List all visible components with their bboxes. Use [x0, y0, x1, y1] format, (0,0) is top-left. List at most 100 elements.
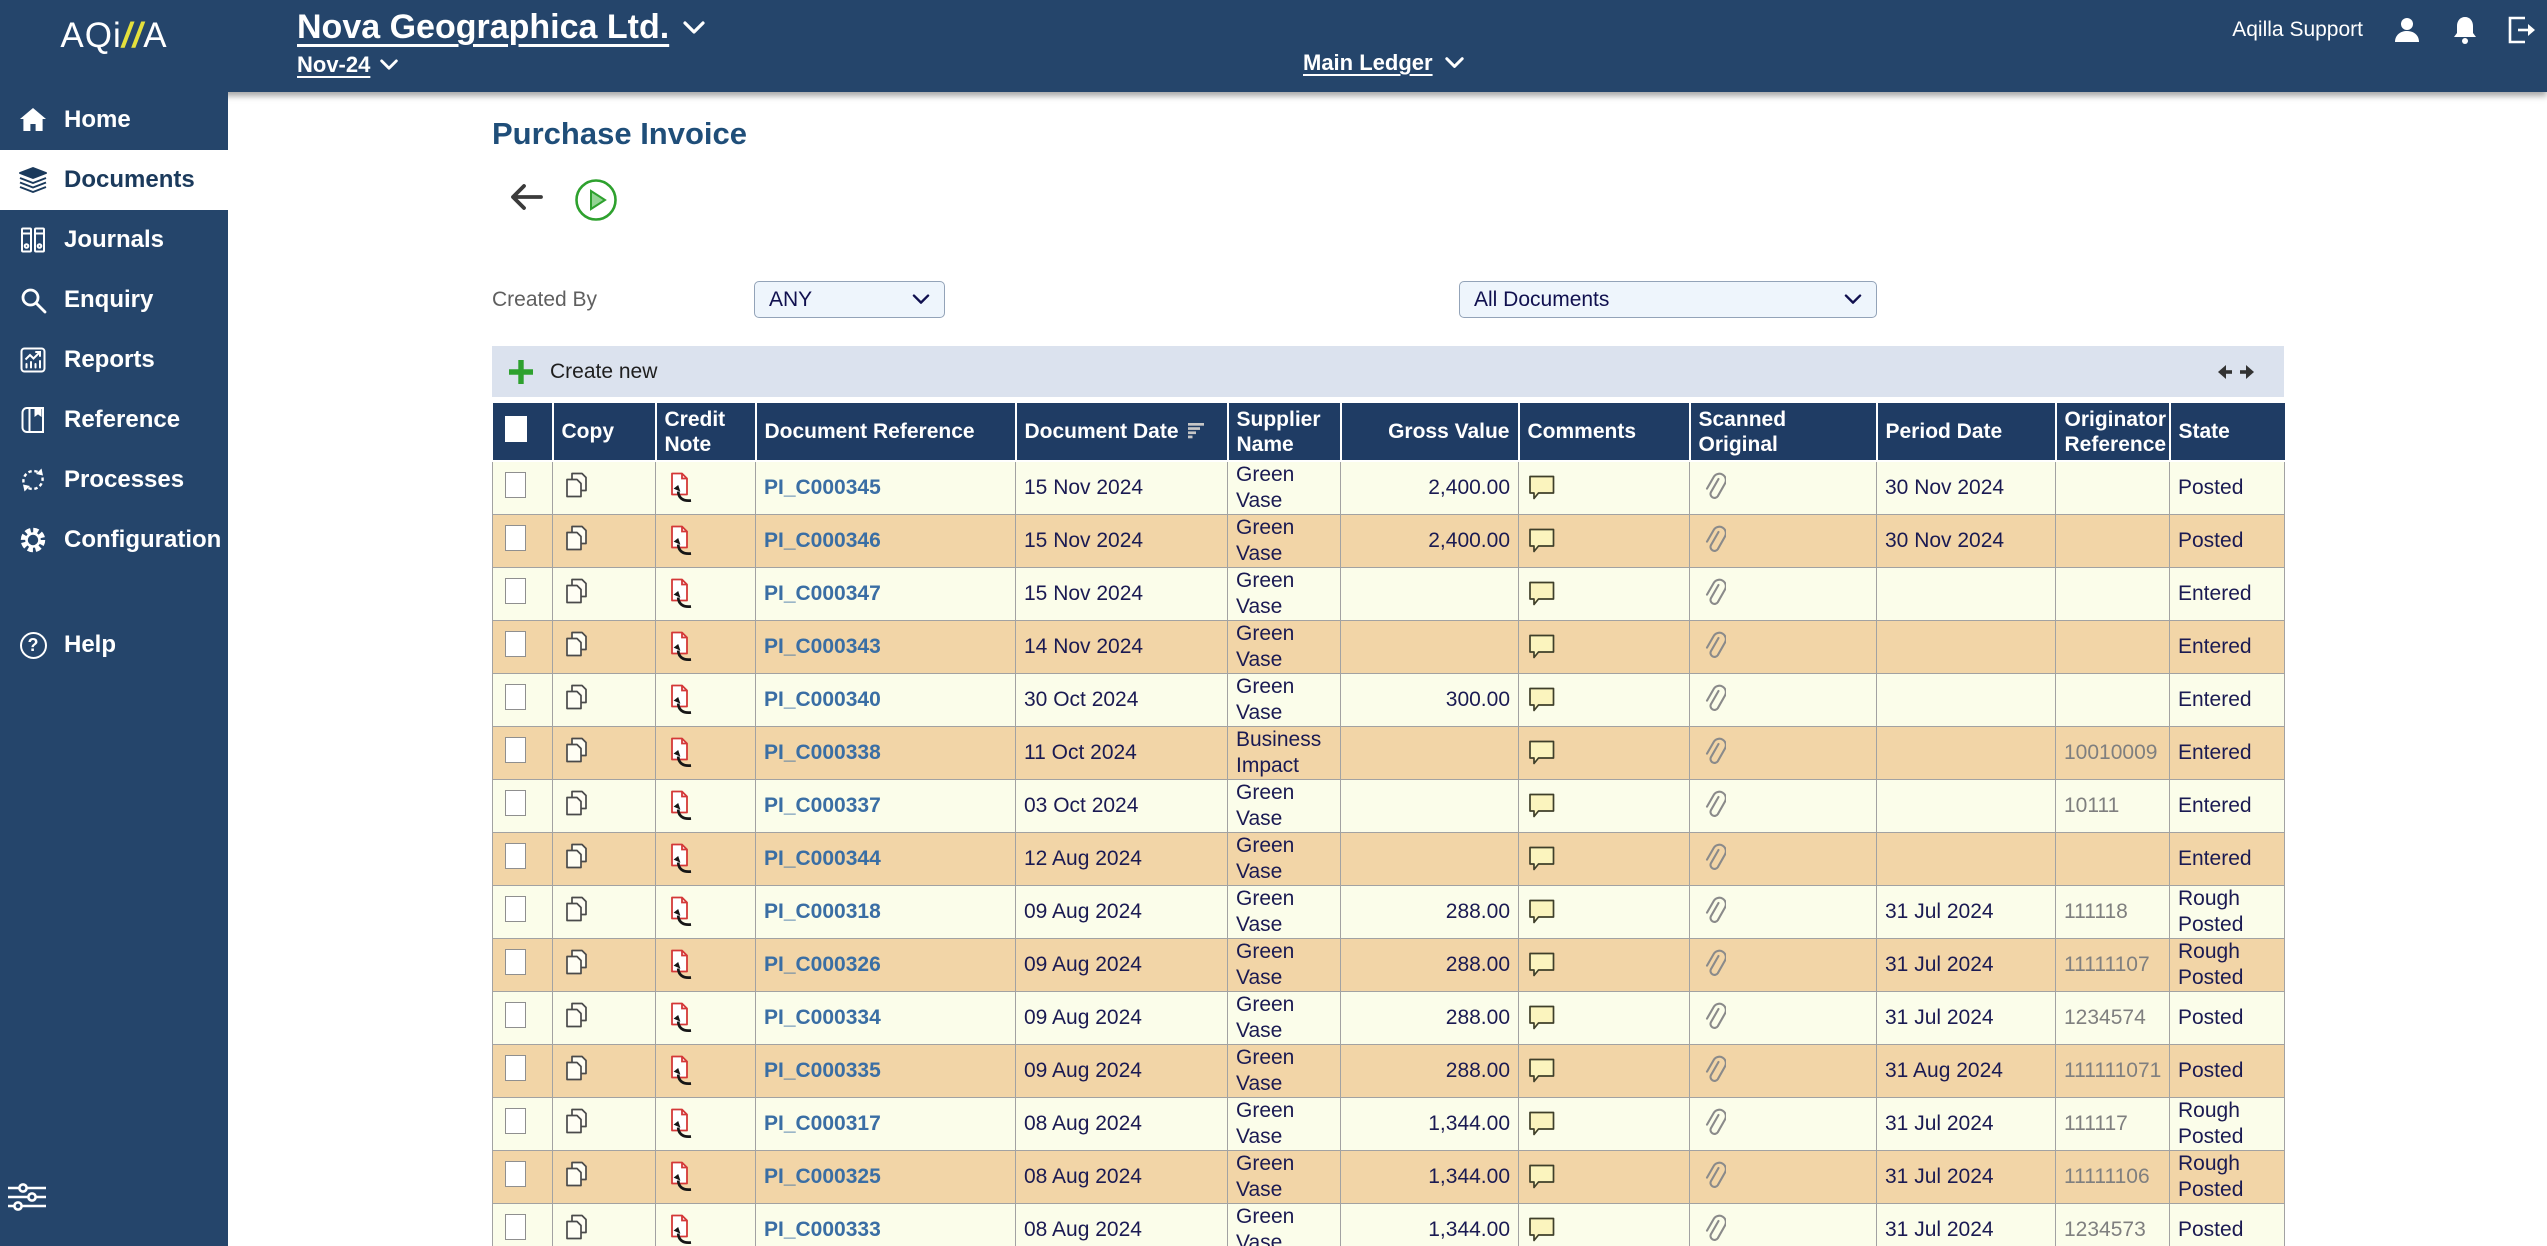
select-all-checkbox[interactable]	[504, 415, 527, 442]
copy-icon[interactable]	[561, 471, 591, 505]
document-reference-link[interactable]: PI_C000325	[764, 1165, 881, 1188]
created-by-select[interactable]: ANY	[754, 281, 945, 318]
copy-icon[interactable]	[561, 736, 591, 770]
copy-icon[interactable]	[561, 683, 591, 717]
document-reference-link[interactable]: PI_C000334	[764, 1006, 881, 1029]
sidebar-item-reference[interactable]: Reference	[0, 390, 228, 450]
comment-bubble-icon[interactable]	[1527, 1004, 1557, 1032]
row-checkbox[interactable]	[505, 1213, 526, 1240]
comment-bubble-icon[interactable]	[1527, 1057, 1557, 1085]
user-icon[interactable]	[2391, 14, 2423, 46]
period-selector[interactable]: Nov-24	[297, 52, 399, 78]
filter-sliders-icon[interactable]	[6, 1180, 50, 1216]
credit-note-icon[interactable]	[664, 895, 696, 929]
paperclip-icon[interactable]	[1704, 842, 1726, 876]
document-reference-link[interactable]: PI_C000317	[764, 1112, 881, 1135]
comment-bubble-icon[interactable]	[1527, 898, 1557, 926]
paperclip-icon[interactable]	[1704, 1107, 1726, 1141]
create-new-button[interactable]: Create new	[492, 357, 657, 387]
comment-bubble-icon[interactable]	[1527, 1216, 1557, 1244]
credit-note-icon[interactable]	[664, 577, 696, 611]
paperclip-icon[interactable]	[1704, 789, 1726, 823]
row-checkbox[interactable]	[505, 471, 526, 498]
copy-icon[interactable]	[561, 789, 591, 823]
document-reference-link[interactable]: PI_C000338	[764, 741, 881, 764]
comment-bubble-icon[interactable]	[1527, 527, 1557, 555]
comment-bubble-icon[interactable]	[1527, 792, 1557, 820]
paperclip-icon[interactable]	[1704, 471, 1726, 505]
copy-icon[interactable]	[561, 1160, 591, 1194]
logout-icon[interactable]	[2507, 16, 2537, 44]
document-reference-link[interactable]: PI_C000333	[764, 1218, 881, 1241]
comment-bubble-icon[interactable]	[1527, 951, 1557, 979]
copy-icon[interactable]	[561, 1054, 591, 1088]
copy-icon[interactable]	[561, 630, 591, 664]
credit-note-icon[interactable]	[664, 789, 696, 823]
comment-bubble-icon[interactable]	[1527, 474, 1557, 502]
sidebar-item-help[interactable]: ? Help	[0, 615, 228, 675]
paperclip-icon[interactable]	[1704, 1213, 1726, 1246]
row-checkbox[interactable]	[505, 577, 526, 604]
document-reference-link[interactable]: PI_C000335	[764, 1059, 881, 1082]
credit-note-icon[interactable]	[664, 1001, 696, 1035]
credit-note-icon[interactable]	[664, 630, 696, 664]
paperclip-icon[interactable]	[1704, 683, 1726, 717]
paperclip-icon[interactable]	[1704, 1054, 1726, 1088]
sidebar-item-journals[interactable]: Journals	[0, 210, 228, 270]
credit-note-icon[interactable]	[664, 1107, 696, 1141]
expand-columns-button[interactable]	[2216, 363, 2256, 381]
paperclip-icon[interactable]	[1704, 577, 1726, 611]
row-checkbox[interactable]	[505, 683, 526, 710]
sidebar-item-home[interactable]: Home	[0, 90, 228, 150]
paperclip-icon[interactable]	[1704, 948, 1726, 982]
credit-note-icon[interactable]	[664, 683, 696, 717]
document-reference-link[interactable]: PI_C000340	[764, 688, 881, 711]
sidebar-item-enquiry[interactable]: Enquiry	[0, 270, 228, 330]
ledger-selector[interactable]: Main Ledger	[1303, 50, 1464, 76]
credit-note-icon[interactable]	[664, 1054, 696, 1088]
comment-bubble-icon[interactable]	[1527, 739, 1557, 767]
comment-bubble-icon[interactable]	[1527, 845, 1557, 873]
row-checkbox[interactable]	[505, 789, 526, 816]
document-reference-link[interactable]: PI_C000345	[764, 476, 881, 499]
paperclip-icon[interactable]	[1704, 736, 1726, 770]
paperclip-icon[interactable]	[1704, 524, 1726, 558]
comment-bubble-icon[interactable]	[1527, 1163, 1557, 1191]
row-checkbox[interactable]	[505, 948, 526, 975]
document-reference-link[interactable]: PI_C000344	[764, 847, 881, 870]
paperclip-icon[interactable]	[1704, 1160, 1726, 1194]
paperclip-icon[interactable]	[1704, 895, 1726, 929]
copy-icon[interactable]	[561, 577, 591, 611]
copy-icon[interactable]	[561, 1213, 591, 1246]
document-reference-link[interactable]: PI_C000318	[764, 900, 881, 923]
credit-note-icon[interactable]	[664, 736, 696, 770]
credit-note-icon[interactable]	[664, 471, 696, 505]
copy-icon[interactable]	[561, 1001, 591, 1035]
document-reference-link[interactable]: PI_C000337	[764, 794, 881, 817]
document-reference-link[interactable]: PI_C000346	[764, 529, 881, 552]
comment-bubble-icon[interactable]	[1527, 1110, 1557, 1138]
row-checkbox[interactable]	[505, 1001, 526, 1028]
row-checkbox[interactable]	[505, 630, 526, 657]
company-selector[interactable]: Nova Geographica Ltd.	[297, 8, 705, 47]
paperclip-icon[interactable]	[1704, 1001, 1726, 1035]
credit-note-icon[interactable]	[664, 1213, 696, 1246]
row-checkbox[interactable]	[505, 895, 526, 922]
comment-bubble-icon[interactable]	[1527, 580, 1557, 608]
copy-icon[interactable]	[561, 524, 591, 558]
sidebar-item-configuration[interactable]: Configuration	[0, 510, 228, 570]
copy-icon[interactable]	[561, 895, 591, 929]
credit-note-icon[interactable]	[664, 842, 696, 876]
row-checkbox[interactable]	[505, 524, 526, 551]
row-checkbox[interactable]	[505, 1107, 526, 1134]
row-checkbox[interactable]	[505, 842, 526, 869]
credit-note-icon[interactable]	[664, 1160, 696, 1194]
document-reference-link[interactable]: PI_C000343	[764, 635, 881, 658]
document-reference-link[interactable]: PI_C000326	[764, 953, 881, 976]
row-checkbox[interactable]	[505, 736, 526, 763]
credit-note-icon[interactable]	[664, 524, 696, 558]
sidebar-item-processes[interactable]: Processes	[0, 450, 228, 510]
back-button[interactable]	[508, 182, 546, 217]
credit-note-icon[interactable]	[664, 948, 696, 982]
row-checkbox[interactable]	[505, 1160, 526, 1187]
